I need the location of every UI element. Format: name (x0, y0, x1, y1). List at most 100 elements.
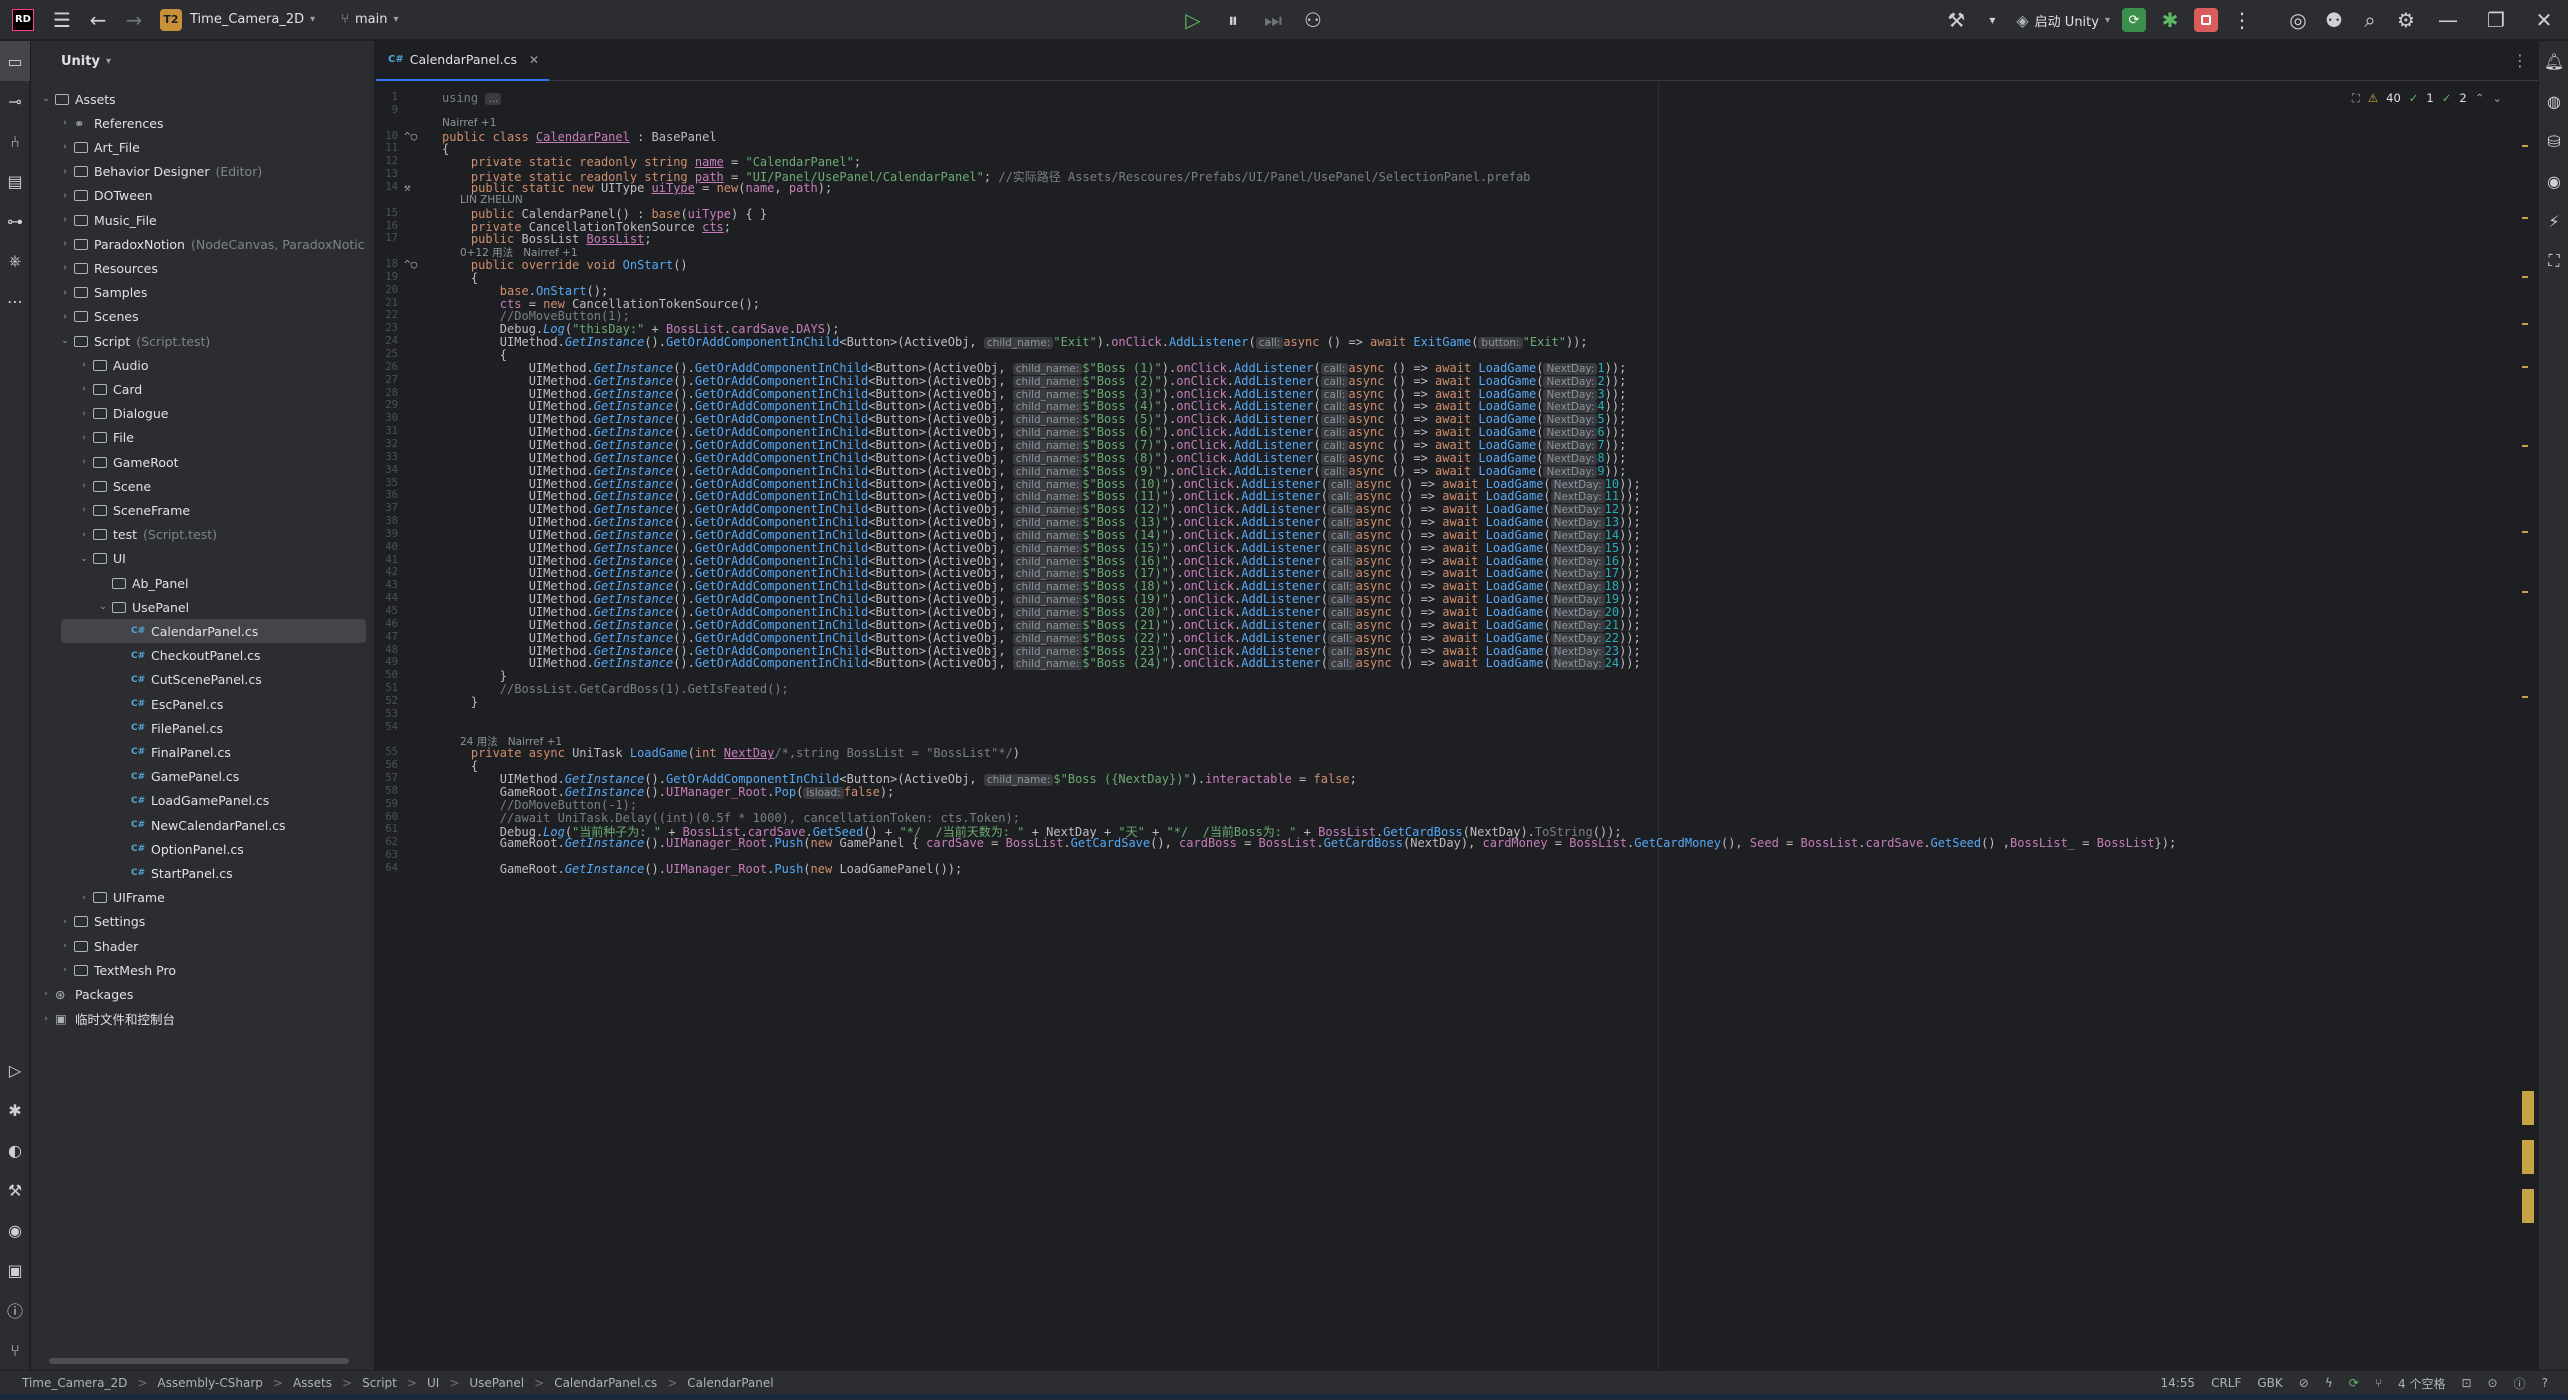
coverage-icon[interactable]: ⛶ (2539, 241, 2568, 281)
database-icon[interactable]: ⛁ (2539, 121, 2568, 161)
breadcrumb-item[interactable]: CalendarPanel.cs (554, 1376, 657, 1390)
help-icon[interactable]: ? (2542, 1376, 2548, 1390)
tab-calendarpanel[interactable]: C# CalendarPanel.cs ✕ (376, 41, 550, 81)
attach-debugger-icon[interactable]: ⚇ (1295, 2, 1331, 38)
tree-item[interactable]: › DOTween (31, 184, 374, 208)
settings-gear-icon[interactable]: ⚙ (2388, 2, 2424, 38)
build-dropdown-icon[interactable]: ▾ (1974, 2, 2010, 38)
tree-item[interactable]: C# GamePanel.cs (31, 765, 374, 789)
tree-item[interactable]: C# CheckoutPanel.cs (31, 644, 374, 668)
chevron-right-icon[interactable]: › (77, 893, 91, 903)
code-view[interactable]: 1 using ... 9 Nairref +1 10 ^○ public class Ca… (376, 82, 2538, 1370)
chevron-down-icon[interactable]: ⌄ (77, 554, 91, 564)
minimize-icon[interactable]: — (2424, 2, 2472, 38)
unity-explorer-icon[interactable]: ⊶ (0, 201, 30, 241)
run-icon[interactable]: ▷ (1175, 2, 1211, 38)
file-encoding[interactable]: GBK (2257, 1376, 2282, 1390)
tree-item[interactable]: C# NewCalendarPanel.cs (31, 813, 374, 837)
breadcrumb-item[interactable]: CalendarPanel (687, 1376, 773, 1390)
chevron-down-icon[interactable]: ⌄ (58, 336, 72, 346)
tree-item[interactable]: C# EscPanel.cs (31, 692, 374, 716)
line-separator[interactable]: CRLF (2211, 1376, 2241, 1390)
close-window-icon[interactable]: ✕ (2520, 2, 2568, 38)
notifications-icon[interactable]: 🔔︎ (2539, 41, 2568, 81)
cursor-position[interactable]: 14:55 (2160, 1376, 2195, 1390)
override-gutter-icon[interactable]: ^○ (404, 258, 434, 271)
git-icon[interactable]: ⑂ (0, 1330, 30, 1370)
chevron-right-icon[interactable]: › (58, 288, 72, 298)
chevron-right-icon[interactable]: › (58, 965, 72, 975)
chevron-right-icon[interactable]: › (77, 360, 91, 370)
tree-item[interactable]: C# FilePanel.cs (31, 716, 374, 740)
tree-item[interactable]: › ⚭ References (31, 111, 374, 135)
tree-item[interactable]: › Art_File (31, 135, 374, 159)
main-menu-icon[interactable]: ☰ (44, 2, 80, 38)
project-switcher[interactable]: T2 Time_Camera_2D ▾ (160, 8, 315, 31)
chevron-right-icon[interactable]: › (77, 457, 91, 467)
chevron-right-icon[interactable]: › (39, 1014, 53, 1024)
problems-icon[interactable]: ⓘ (0, 1290, 30, 1330)
code-line[interactable]: using ... (442, 91, 502, 105)
unity-status-icon[interactable]: ⟳ (2349, 1376, 2359, 1390)
scroll-marker[interactable] (2522, 1140, 2534, 1174)
tree-item[interactable]: › Scenes (31, 305, 374, 329)
add-user-icon[interactable]: ⚉ (2316, 2, 2352, 38)
tree-item[interactable]: › Samples (31, 281, 374, 305)
chevron-right-icon[interactable]: › (58, 239, 72, 249)
breadcrumb-item[interactable]: UsePanel (469, 1376, 524, 1390)
tree-item[interactable]: › SceneFrame (31, 498, 374, 522)
tree-item[interactable]: › Scene (31, 474, 374, 498)
git-status-icon[interactable]: ⑂ (2375, 1376, 2382, 1390)
more-options-icon[interactable]: ⋮ (2224, 2, 2260, 38)
chevron-right-icon[interactable]: › (58, 312, 72, 322)
tree-item[interactable]: C# LoadGamePanel.cs (31, 789, 374, 813)
back-icon[interactable]: ← (80, 2, 116, 38)
chevron-right-icon[interactable]: › (58, 118, 72, 128)
chevron-right-icon[interactable]: › (77, 505, 91, 515)
tree-item[interactable]: ⌄ Script (Script.test) (31, 329, 374, 353)
readonly-icon[interactable]: ⊙ (2488, 1376, 2498, 1390)
chevron-right-icon[interactable]: › (77, 409, 91, 419)
run-services-icon[interactable]: ◉ (0, 1210, 30, 1250)
forward-icon[interactable]: → (116, 2, 152, 38)
chevron-right-icon[interactable]: › (77, 384, 91, 394)
close-tab-icon[interactable]: ✕ (529, 53, 539, 67)
hammer-gutter-icon[interactable]: ⚒ (404, 181, 434, 194)
pull-requests-icon[interactable]: ⑃ (0, 121, 30, 161)
tree-item[interactable]: › ParadoxNotion (NodeCanvas, ParadoxNotic (31, 232, 374, 256)
indent-setting[interactable]: 4 个空格 (2398, 1375, 2445, 1392)
tree-item[interactable]: ⌄ UI (31, 547, 374, 571)
tree-item[interactable]: › GameRoot (31, 450, 374, 474)
code-vision-hint[interactable]: LIN ZHELUN (460, 194, 523, 206)
tree-item[interactable]: › File (31, 426, 374, 450)
chevron-right-icon[interactable]: › (77, 530, 91, 540)
chevron-right-icon[interactable]: › (58, 142, 72, 152)
tree-item[interactable]: › Shader (31, 934, 374, 958)
chevron-right-icon[interactable]: › (58, 917, 72, 927)
more-tools-icon[interactable]: ⋯ (0, 281, 30, 321)
breadcrumb-item[interactable]: UI (427, 1376, 439, 1390)
tree-item[interactable]: › UIFrame (31, 886, 374, 910)
tree-item[interactable]: C# CalendarPanel.cs (61, 619, 366, 644)
copilot-icon[interactable]: ◉ (2539, 161, 2568, 201)
code-line[interactable]: GameRoot.GetInstance().UIManager_Root.Pu… (442, 862, 962, 876)
tree-item[interactable]: ⌄ Assets (31, 87, 374, 111)
stop-button[interactable] (2194, 8, 2218, 32)
code-line[interactable]: UIMethod.GetInstance().GetOrAddComponent… (442, 656, 1641, 671)
tree-item[interactable]: › Music_File (31, 208, 374, 232)
code-line[interactable]: UIMethod.GetInstance().GetOrAddComponent… (442, 335, 1588, 350)
breadcrumb-item[interactable]: Assets (293, 1376, 332, 1390)
horizontal-scrollbar[interactable] (49, 1358, 349, 1364)
search-icon[interactable]: ⌕ (2352, 2, 2388, 38)
pause-icon[interactable]: ⏸ (1215, 2, 1251, 38)
chevron-down-icon[interactable]: ⌄ (39, 94, 53, 104)
power-save-icon[interactable]: ϟ (2325, 1376, 2333, 1390)
project-tool-icon[interactable]: ▭ (0, 41, 30, 81)
scroll-marker[interactable] (2522, 1091, 2534, 1125)
tree-item[interactable]: › Settings (31, 910, 374, 934)
bookmarks-icon[interactable]: ⎈ (0, 241, 30, 281)
lock-icon[interactable]: ⊡ (2461, 1376, 2471, 1390)
chevron-right-icon[interactable]: › (77, 481, 91, 491)
run-config-selector[interactable]: ◈ 启动 Unity ▾ (2016, 11, 2110, 30)
project-panel-header[interactable]: Unity ▾ (31, 41, 374, 81)
